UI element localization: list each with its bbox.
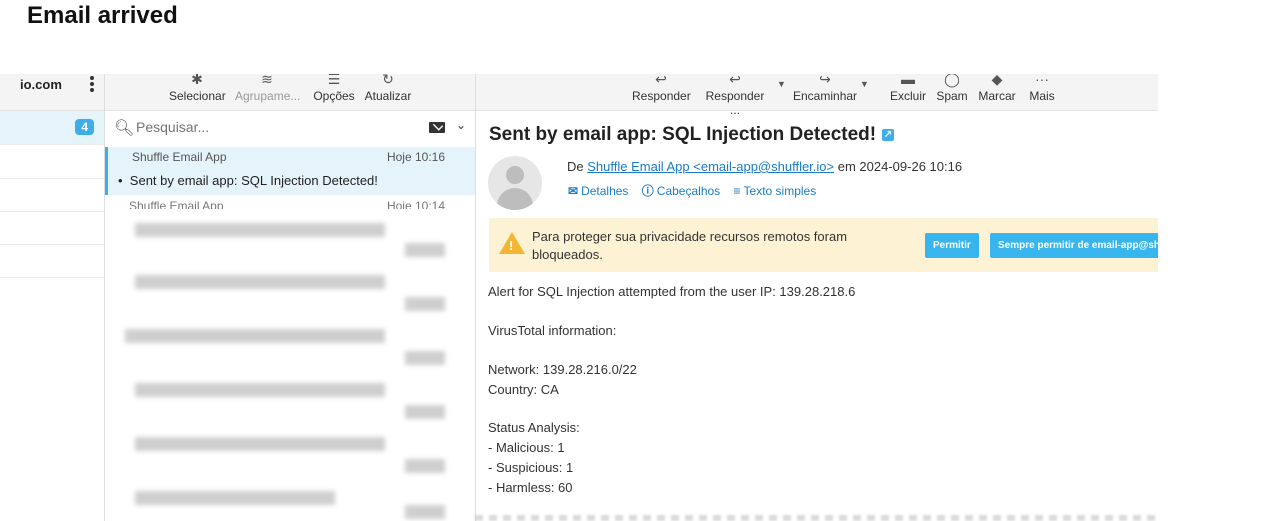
message-date: Hoje 10:14 xyxy=(386,199,445,209)
delete-button[interactable]: ▬ Excluir xyxy=(889,74,927,110)
body-line: Alert for SQL Injection attempted from t… xyxy=(488,284,856,299)
body-line: Status Analysis: xyxy=(488,420,580,435)
body-line: - Suspicious: 1 xyxy=(488,460,574,475)
message-list-item[interactable]: Shuffle Email App Hoje 10:16 • Sent by e… xyxy=(105,147,475,195)
info-icon: ⓘ xyxy=(641,184,654,198)
open-external-icon[interactable]: ↗ xyxy=(882,128,895,141)
reply-all-dropdown-icon[interactable]: ▼ xyxy=(777,79,786,89)
folder-item[interactable] xyxy=(0,211,104,245)
unread-count-badge: 4 xyxy=(75,119,94,135)
trash-icon: ▬ xyxy=(901,74,915,87)
body-line: Country: CA xyxy=(488,382,559,397)
body-line: - Harmless: 60 xyxy=(488,480,573,495)
options-button[interactable]: ☰ Opções xyxy=(312,74,356,110)
sender-avatar xyxy=(488,156,542,210)
refresh-button[interactable]: ↻ Atualizar xyxy=(364,74,412,110)
allow-button[interactable]: Permitir xyxy=(925,233,979,258)
body-line: VirusTotal information: xyxy=(488,323,617,338)
notice-text: Para proteger sua privacidade recursos r… xyxy=(532,229,848,262)
options-icon: ☰ xyxy=(327,74,341,87)
clipped-body-text xyxy=(475,515,1158,521)
mark-icon: ◆ xyxy=(991,74,1003,87)
account-menu-icon[interactable] xyxy=(89,76,95,94)
more-button[interactable]: ··· Mais xyxy=(1027,74,1057,110)
group-icon: ≋ xyxy=(261,74,273,87)
list-icon: ≡ xyxy=(733,184,741,198)
spam-icon: ◯ xyxy=(944,74,960,87)
always-allow-button[interactable]: Sempre permitir de email-app@shuffler.io xyxy=(990,233,1158,258)
mark-button[interactable]: ◆ Marcar xyxy=(976,74,1018,110)
folder-item[interactable] xyxy=(0,178,104,212)
forward-dropdown-icon[interactable]: ▼ xyxy=(860,79,869,89)
page-heading: Email arrived xyxy=(27,2,178,29)
refresh-icon: ↻ xyxy=(382,74,394,87)
warning-icon: ! xyxy=(499,232,525,254)
remote-content-notice: ! Para proteger sua privacidade recursos… xyxy=(489,218,1158,272)
plain-text-link[interactable]: ≡ Texto simples xyxy=(734,184,817,198)
header-links: ✉ Detalhes ⓘ Cabeçalhos ≡ Texto simples xyxy=(568,182,826,199)
chevron-down-icon[interactable]: ⌄ xyxy=(456,118,466,132)
account-name: io.com xyxy=(20,77,62,92)
body-line: - Malicious: 1 xyxy=(488,440,565,455)
message-date: Hoje 10:16 xyxy=(386,150,445,164)
more-icon: ··· xyxy=(1035,74,1049,87)
column-divider xyxy=(475,74,476,521)
select-icon: ✱ xyxy=(191,74,203,87)
forward-icon: ↪ xyxy=(819,74,831,87)
sender-link[interactable]: Shuffle Email App <email-app@shuffler.io… xyxy=(587,159,834,174)
reply-icon: ↩ xyxy=(655,74,667,87)
reply-all-button[interactable]: ↩ Responder ... xyxy=(700,74,770,117)
select-button[interactable]: ✱ Selecionar xyxy=(169,74,226,110)
details-link[interactable]: ✉ Detalhes xyxy=(568,184,628,198)
group-button[interactable]: ≋ Agrupame... xyxy=(235,74,300,110)
search-bar: 🔍︎ ⌄ xyxy=(114,118,468,138)
message-list-item[interactable]: Shuffle Email App Hoje 10:14 xyxy=(105,195,475,209)
redacted-message-list xyxy=(105,209,475,521)
folder-item[interactable] xyxy=(0,244,104,278)
forward-button[interactable]: ↪ Encaminhar xyxy=(793,74,857,110)
envelope-icon: ✉ xyxy=(568,184,579,198)
unread-bullet: • xyxy=(118,173,123,188)
headers-link[interactable]: ⓘ Cabeçalhos xyxy=(642,184,720,198)
envelope-icon[interactable] xyxy=(429,122,445,133)
message-sender: Shuffle Email App xyxy=(129,199,224,209)
webmail-window: io.com 4 ✱ Selecionar ≋ Agrupame... ☰ Opçõe… xyxy=(0,74,1158,521)
sender-line: De Shuffle Email App <email-app@shuffler… xyxy=(567,159,963,174)
folder-inbox[interactable]: 4 xyxy=(0,111,104,145)
body-line: Network: 139.28.216.0/22 xyxy=(488,362,637,377)
message-title: Sent by email app: SQL Injection Detecte… xyxy=(489,124,895,145)
message-sender: Shuffle Email App xyxy=(132,150,227,164)
search-input[interactable] xyxy=(134,118,418,136)
reply-button[interactable]: ↩ Responder xyxy=(632,74,691,110)
spam-button[interactable]: ◯ Spam xyxy=(935,74,969,110)
message-subject: • Sent by email app: SQL Injection Detec… xyxy=(118,173,378,188)
search-icon: 🔍︎ xyxy=(114,120,135,137)
reply-all-icon: ↩ xyxy=(729,74,741,87)
folder-item[interactable] xyxy=(0,145,104,179)
